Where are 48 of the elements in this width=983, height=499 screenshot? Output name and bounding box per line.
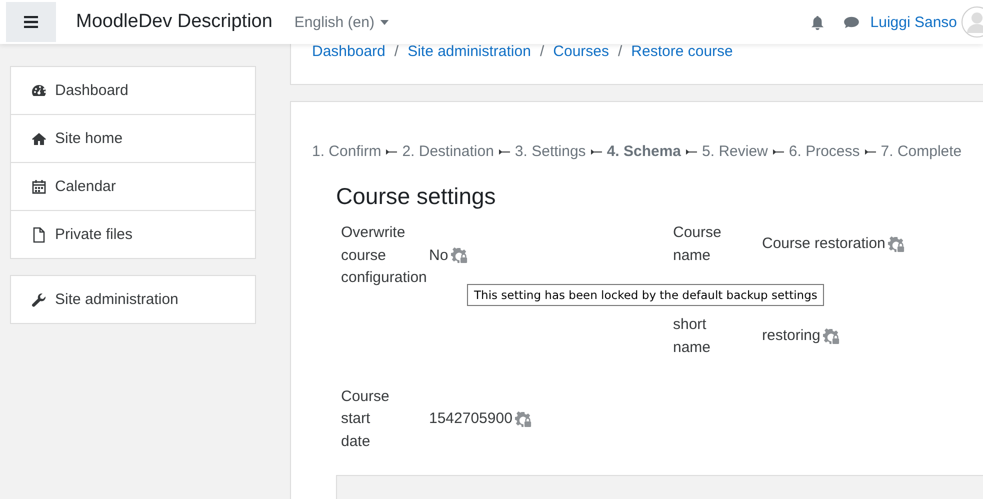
field-label: Course name [673,223,722,266]
arrow-icon [686,148,698,156]
gauge-icon [31,82,47,98]
file-icon [31,226,47,242]
nav-item[interactable]: Site home [11,115,255,163]
language-menu[interactable]: English (en) [294,14,390,30]
user-name[interactable]: Luiggi Sanso [870,14,957,30]
breadcrumb-separator: / [540,43,544,60]
step-label: 3. Settings [514,143,586,160]
arrow-icon [864,148,876,156]
arrow-icon [498,148,510,156]
menu-icon [24,16,38,28]
arrow-icon [386,148,398,156]
step-label: 5. Review [702,143,768,160]
field-label: Course start date [341,386,390,452]
wrench-icon [31,292,47,308]
breadcrumb-link[interactable]: Restore course [631,43,733,60]
caret-icon [380,20,390,24]
breadcrumb-link[interactable]: Dashboard [312,43,386,60]
breadcrumb-separator: / [618,43,622,60]
field-value: restoring [762,326,820,346]
chat-bubble-icon[interactable] [843,16,860,28]
breadcrumb-link[interactable]: Site administration [408,43,531,60]
arrow-icon [590,148,602,156]
step-label: 2. Destination [402,143,494,160]
step-label: 1. Confirm [312,143,382,160]
section-title: Course settings [336,183,497,210]
step-label: 7. Complete [880,143,962,160]
breadcrumb-separator: / [394,43,399,60]
nav-item[interactable]: Calendar [11,163,255,211]
breadcrumb-link[interactable]: Courses [553,43,609,60]
field-label: Overwrite course configuration [341,223,427,288]
nav-item[interactable]: Dashboard [11,67,255,115]
arrow-icon [772,148,784,156]
step-label: 4. Schema [606,143,682,160]
bell-icon[interactable] [810,14,826,30]
nav-item[interactable]: Private files [11,211,255,258]
field-label: short name [673,315,711,358]
calendar-icon [31,178,47,194]
site-name[interactable]: MoodleDev Description [76,11,272,33]
home-icon [31,130,47,146]
field-value: No [429,246,448,266]
step-label: 6. Process [788,143,860,160]
menu-button[interactable] [6,2,56,42]
nav-item[interactable]: Site administration [11,276,255,323]
tooltip: This setting has been locked by the default backup settings [467,284,824,306]
field-value: Course restoration [762,234,886,254]
field-value: 1542705900 [429,409,512,429]
